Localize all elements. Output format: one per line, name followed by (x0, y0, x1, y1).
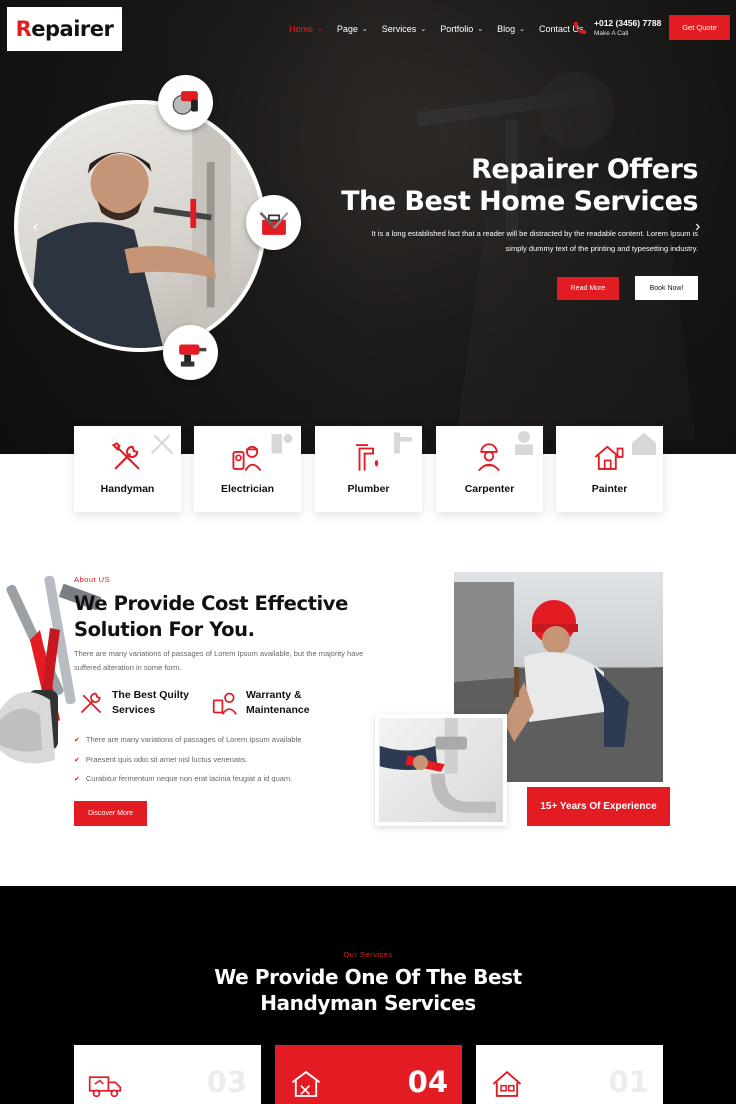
read-more-button[interactable]: Read More (557, 277, 619, 300)
services-eyebrow: Our Services (343, 950, 393, 959)
hero-title-line1: Repairer Offers (471, 154, 698, 185)
service-card-01[interactable]: 01 (476, 1045, 663, 1104)
about-title-line1: We Provide Cost Effective (74, 592, 348, 615)
about-bullet: ✔ Praesent quis odio sit amet nisl luctus… (74, 755, 248, 764)
chevron-down-icon: ⌄ (519, 26, 525, 33)
logo-wordmark: epairer (31, 17, 114, 41)
chevron-down-icon: ⌄ (361, 26, 368, 33)
drill-icon (178, 344, 206, 367)
tool-bubble-toolbox (246, 195, 301, 250)
nav-label: Portfolio (440, 24, 474, 34)
service-card-carpenter[interactable]: Carpenter (436, 426, 543, 512)
about-title: We Provide Cost Effective Solution For Y… (74, 591, 348, 643)
toolbox-icon (258, 211, 288, 235)
house-paint-icon (594, 445, 624, 470)
house-repair-icon (492, 1070, 522, 1097)
experience-badge: 15+ Years Of Experience (527, 787, 670, 826)
faucet-icon (356, 444, 379, 471)
phone-label: Make A Call (594, 30, 629, 37)
about-eyebrow: About US (74, 575, 111, 584)
electrician-ghost-icon (271, 434, 293, 454)
warranty-icon (212, 692, 237, 715)
hero-title-line2: The Best Home Services (341, 186, 698, 217)
chevron-down-icon: ⌄ (317, 26, 323, 33)
feature-quality: The Best Quilty Services (78, 688, 189, 718)
service-card-electrician[interactable]: Electrician (194, 426, 301, 512)
chevron-down-icon: ⌄ (477, 26, 484, 33)
bullet-text: Praesent quis odio sit amet nisl luctus … (85, 755, 248, 764)
hero-plumber-photo (14, 100, 266, 352)
discover-more-button[interactable]: Discover More (74, 801, 147, 826)
tool-bubble-saw (158, 75, 213, 130)
check-icon: ✔ (74, 756, 80, 764)
service-label: Carpenter (464, 483, 515, 495)
service-label: Handyman (100, 483, 155, 495)
logo[interactable]: Repairer (7, 7, 122, 51)
quality-tools-icon (80, 692, 102, 714)
hero-title: Repairer Offers The Best Home Services (341, 154, 698, 218)
about-text: There are many variations of passages of… (74, 649, 364, 672)
chevron-down-icon: ⌄ (420, 26, 427, 33)
phone-icon (574, 21, 586, 34)
bullet-text: Curabitur fermentum neque non erat lacin… (85, 774, 293, 783)
wrench-ghost-icon (150, 434, 174, 455)
worker-ghost-icon (515, 431, 533, 455)
services-title-line1: We Provide One Of The Best (214, 965, 522, 989)
delivery-truck-icon (88, 1076, 122, 1098)
about-bullet: ✔ Curabitur fermentum neque non erat laci… (74, 774, 292, 783)
main-nav: Home ⌄ Page ⌄ Services ⌄ Portfolio ⌄ Blog ⌄ C… (289, 22, 598, 36)
service-card-handyman[interactable]: Handyman (74, 426, 181, 512)
plumber-illustration (27, 104, 232, 348)
phone-contact[interactable]: +012 (3456) 7788 Make A Call (572, 18, 661, 37)
nav-item-portfolio[interactable]: Portfolio ⌄ (440, 22, 483, 36)
service-card-painter[interactable]: Painter (556, 426, 663, 512)
nav-label: Blog (497, 24, 516, 34)
bullet-text: There are many variations of passages of… (85, 735, 302, 744)
nav-item-services[interactable]: Services ⌄ (382, 22, 426, 36)
service-number: 01 (608, 1065, 649, 1099)
feature-line2: Services (112, 704, 156, 716)
check-icon: ✔ (74, 736, 80, 744)
service-label: Plumber (347, 483, 390, 495)
services-title: We Provide One Of The Best Handyman Serv… (0, 964, 736, 1016)
nav-label: Home (289, 24, 314, 34)
pipe-illustration (379, 718, 496, 813)
service-card-plumber[interactable]: Plumber (315, 426, 422, 512)
feature-line1: The Best Quilty (112, 689, 190, 701)
check-icon: ✔ (74, 775, 80, 783)
nav-label: Services (381, 24, 417, 34)
feature-warranty: Warranty & Maintenance (212, 688, 310, 718)
electrician-icon (232, 445, 262, 472)
slider-prev-arrow[interactable]: ‹ (33, 218, 38, 236)
service-card-04[interactable]: 04 (275, 1045, 462, 1104)
plumbing-pipe-photo (375, 714, 507, 826)
nav-item-home[interactable]: Home ⌄ (289, 22, 323, 36)
services-title-line2: Handyman Services (260, 991, 476, 1015)
feature-line1: Warranty & (246, 689, 302, 701)
service-label: Electrician (220, 483, 275, 495)
nav-label: Page (336, 24, 358, 34)
hero-description: It is a long established fact that a rea… (371, 229, 698, 253)
get-quote-button[interactable]: Get Quote (669, 15, 730, 40)
service-label: Painter (591, 483, 628, 495)
about-title-line2: Solution For You. (74, 618, 255, 641)
house-ghost-icon (632, 432, 656, 455)
house-tools-icon (291, 1070, 321, 1097)
logo-mark: R (15, 17, 32, 41)
service-card-03[interactable]: 03 (74, 1045, 261, 1104)
wrench-screwdriver-icon (111, 442, 140, 470)
about-bullet: ✔ There are many variations of passages o… (74, 735, 301, 744)
worker-icon (478, 443, 500, 472)
feature-line2: Maintenance (246, 704, 310, 716)
service-number: 04 (407, 1065, 448, 1099)
service-number: 03 (206, 1065, 247, 1099)
circular-saw-icon (172, 90, 198, 115)
phone-number: +012 (3456) 7788 (594, 18, 662, 28)
nav-item-blog[interactable]: Blog ⌄ (497, 22, 525, 36)
nav-item-page[interactable]: Page ⌄ (337, 22, 368, 36)
hero-section: Repairer Home ⌄ Page ⌄ Services ⌄ Portfolio… (0, 0, 736, 454)
faucet-ghost-icon (394, 432, 412, 454)
tool-bubble-drill (163, 325, 218, 380)
book-now-button[interactable]: Book Now! (635, 276, 698, 300)
